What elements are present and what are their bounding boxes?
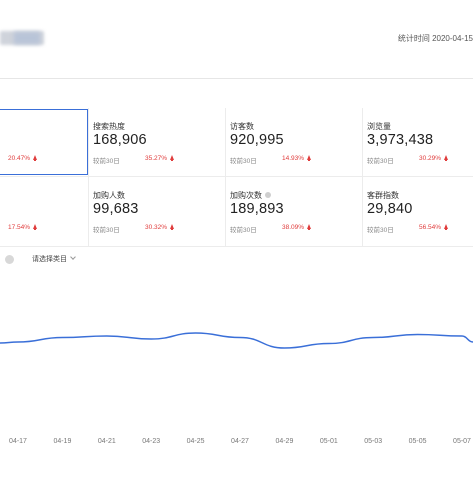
metric-card[interactable]: 17.54% <box>0 177 88 246</box>
metric-value: 189,893 <box>230 201 284 217</box>
x-tick-label: 04-29 <box>275 438 293 445</box>
trend-line <box>0 332 473 349</box>
metric-card-search-heat[interactable]: 搜索热度 168,906 较前30日 35.27% <box>88 108 225 176</box>
metric-card-customer-index[interactable]: 客群指数 29,840 较前30日 56.54% <box>362 177 473 246</box>
metric-change: 14.93% <box>282 155 312 162</box>
metric-label: 加购人数 <box>93 191 125 200</box>
metric-card-cart-count[interactable]: 加购次数 189,893 较前30日 38.09% <box>225 177 362 246</box>
chevron-down-icon <box>70 254 76 260</box>
metric-card-pageviews[interactable]: 浏览量 3,973,438 较前30日 30.29% <box>362 108 473 176</box>
metric-change: 17.54% <box>8 224 38 231</box>
x-tick-label: 04-19 <box>53 438 71 445</box>
metric-compare-label: 较前30日 <box>367 158 394 165</box>
top-header: 统计时间 2020-04-15 <box>0 0 473 78</box>
info-icon[interactable] <box>265 192 271 198</box>
up-arrow-icon <box>170 155 175 161</box>
up-arrow-icon <box>33 155 38 161</box>
metric-label: 客群指数 <box>367 191 399 200</box>
up-arrow-icon <box>444 155 449 161</box>
x-tick-label: 05-05 <box>409 438 427 445</box>
metric-compare-label: 较前30日 <box>230 158 257 165</box>
metric-compare-label: 较前30日 <box>230 227 257 234</box>
metric-value: 920,995 <box>230 132 284 148</box>
header-divider <box>0 78 473 79</box>
metric-change: 38.09% <box>282 224 312 231</box>
x-tick-label: 04-17 <box>9 438 27 445</box>
x-tick-label: 05-01 <box>320 438 338 445</box>
metric-value: 29,840 <box>367 201 413 217</box>
up-arrow-icon <box>307 224 312 230</box>
metric-label: 浏览量 <box>367 122 391 131</box>
x-tick-label: 04-27 <box>231 438 249 445</box>
grid-divider <box>0 246 473 247</box>
metric-change: 35.27% <box>145 155 175 162</box>
blurred-logo <box>14 32 40 44</box>
up-arrow-icon <box>444 224 449 230</box>
trend-chart: 04-17 04-19 04-21 04-23 04-25 04-27 04-29 05-01… <box>0 332 473 445</box>
x-tick-label: 04-21 <box>98 438 116 445</box>
up-arrow-icon <box>33 224 38 230</box>
up-arrow-icon <box>170 224 175 230</box>
metric-compare-label: 较前30日 <box>367 227 394 234</box>
x-tick-label: 04-23 <box>142 438 160 445</box>
x-axis-ticks: 04-17 04-19 04-21 04-23 04-25 04-27 04-29 05-01… <box>9 438 471 445</box>
x-tick-label: 05-03 <box>364 438 382 445</box>
metric-compare-label: 较前30日 <box>93 227 120 234</box>
metric-change: 30.29% <box>419 155 449 162</box>
metric-toggle-icon[interactable] <box>5 255 14 264</box>
metric-label: 访客数 <box>230 122 254 131</box>
stat-time: 统计时间 2020-04-15 <box>397 34 473 43</box>
metric-label: 搜索热度 <box>93 122 125 131</box>
metric-change: 56.54% <box>419 224 449 231</box>
x-tick-label: 05-07 <box>453 438 471 445</box>
metric-change: 20.47% <box>8 155 38 162</box>
metric-value: 3,973,438 <box>367 132 434 148</box>
metric-card[interactable]: 20.47% <box>0 108 88 176</box>
metric-card-visitors[interactable]: 访客数 920,995 较前30日 14.93% <box>225 108 362 176</box>
metric-label: 加购次数 <box>230 190 271 201</box>
up-arrow-icon <box>307 155 312 161</box>
category-select[interactable]: 请选择类目 <box>32 254 76 264</box>
x-tick-label: 04-25 <box>187 438 205 445</box>
metric-value: 99,683 <box>93 201 139 217</box>
metric-compare-label: 较前30日 <box>93 158 120 165</box>
metric-change: 30.32% <box>145 224 175 231</box>
metric-card-cart-users[interactable]: 加购人数 99,683 较前30日 30.32% <box>88 177 225 246</box>
metric-value: 168,906 <box>93 132 147 148</box>
